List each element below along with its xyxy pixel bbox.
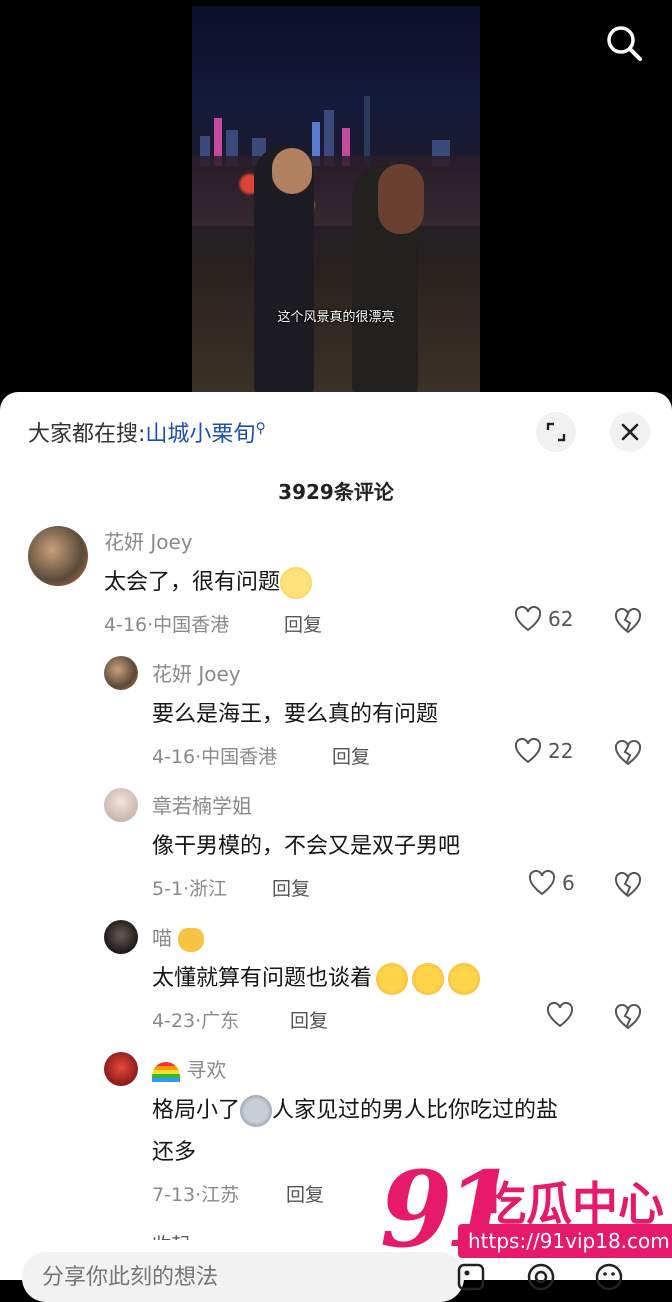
like-count: 22 [548,739,574,763]
comment-text-line-1: 格局小了 人家见过的男人比你吃过的盐 [152,1092,558,1127]
woman-head [378,164,424,234]
comment-body-cont: 人家见过的男人比你吃过的盐 [272,1098,559,1123]
avatar[interactable] [104,1052,138,1086]
avatar[interactable] [104,656,138,690]
broken-heart-icon [614,607,642,634]
cat-face-emoji [178,927,205,952]
comment-text: 太懂就算有问题也谈着 [152,960,481,995]
username-text: 喵 [152,926,172,950]
comment-count: 3929条评论 [278,480,394,504]
wolf-face-emoji [240,1095,273,1127]
like-button[interactable] [546,1002,574,1028]
dog-face-emoji [412,963,445,995]
comment-body: 太会了，很有问题 [104,570,281,595]
search-suggestion[interactable]: 大家都在搜:山城小栗旬⚲ [28,416,266,448]
username[interactable]: 寻欢 [152,1054,226,1083]
expand-button[interactable] [536,412,576,452]
username[interactable]: 花妍 Joey [152,658,241,687]
dislike-button[interactable] [614,1003,642,1034]
comment-meta: 4-16·中国香港 [104,614,230,636]
avatar[interactable] [104,920,138,954]
avatar[interactable] [104,788,138,822]
reply-button[interactable]: 回复 [290,1006,328,1033]
sheet-header: 大家都在搜:山城小栗旬⚲ [0,392,672,472]
username-text: 寻欢 [186,1058,227,1082]
watermark: 91 吃瓜中心 https://91vip18.com [380,1148,672,1271]
expand-icon [546,422,566,442]
reply-button[interactable]: 回复 [272,874,310,901]
dizzy-face-emoji [280,567,313,599]
heart-icon [514,738,542,764]
like-count: 62 [548,607,574,631]
video-frame[interactable]: 这个风景真的很漂亮 [192,6,480,394]
comment-text: 像干男模的，不会又是双子男吧 [152,834,461,859]
close-button[interactable] [610,412,650,452]
username[interactable]: 章若楠学姐 [152,790,252,819]
reply-button[interactable]: 回复 [284,610,322,637]
comment-meta: 7-13·江苏 [152,1184,240,1206]
broken-heart-icon [614,871,642,898]
watermark-url: https://91vip18.com [458,1224,672,1258]
comments-sheet: 大家都在搜:山城小栗旬⚲ 3929条评论 花妍 Joey 太会了，很有问题 4-… [0,392,672,1280]
reply-button[interactable]: 回复 [332,742,370,769]
comment-text: 太会了，很有问题 [104,564,313,599]
comment-body: 太懂就算有问题也谈着 [152,966,373,991]
broken-heart-icon [614,739,642,766]
heart-icon [546,1002,574,1028]
small-search-icon: ⚲ [255,420,266,437]
like-count: 6 [562,871,575,895]
heart-icon [514,606,542,632]
reply-button[interactable]: 回复 [286,1180,324,1207]
dislike-button[interactable] [614,739,642,770]
dog-face-emoji [448,963,481,995]
search-icon [607,26,642,61]
search-prefix: 大家都在搜: [28,422,146,447]
like-button[interactable]: 62 [514,606,573,632]
heart-icon [528,870,556,896]
man-head [272,148,312,194]
comment-meta: 4-23·广东 [152,1010,240,1032]
comment-meta: 4-16·中国香港 [152,746,278,768]
close-icon [621,423,639,441]
dog-face-emoji [376,963,409,995]
username[interactable]: 花妍 Joey [104,526,193,555]
dislike-button[interactable] [614,607,642,638]
rainbow-emoji [152,1061,180,1082]
dislike-button[interactable] [614,871,642,902]
search-query[interactable]: 山城小栗旬 [145,422,255,447]
broken-heart-icon [614,1003,642,1030]
comment-text-line-2: 还多 [152,1140,197,1165]
username[interactable]: 喵 [152,922,205,952]
video-area[interactable]: 这个风景真的很漂亮 [0,0,672,400]
comment-meta: 5-1·浙江 [152,878,228,900]
video-subtitle: 这个风景真的很漂亮 [277,310,395,325]
comment-text: 要么是海王，要么真的有问题 [152,702,439,727]
night-lights [192,156,480,226]
search-button[interactable] [600,20,648,68]
comment-body: 格局小了 [152,1098,241,1123]
like-button[interactable]: 6 [528,870,575,896]
like-button[interactable]: 22 [514,738,573,764]
avatar[interactable] [28,526,88,586]
